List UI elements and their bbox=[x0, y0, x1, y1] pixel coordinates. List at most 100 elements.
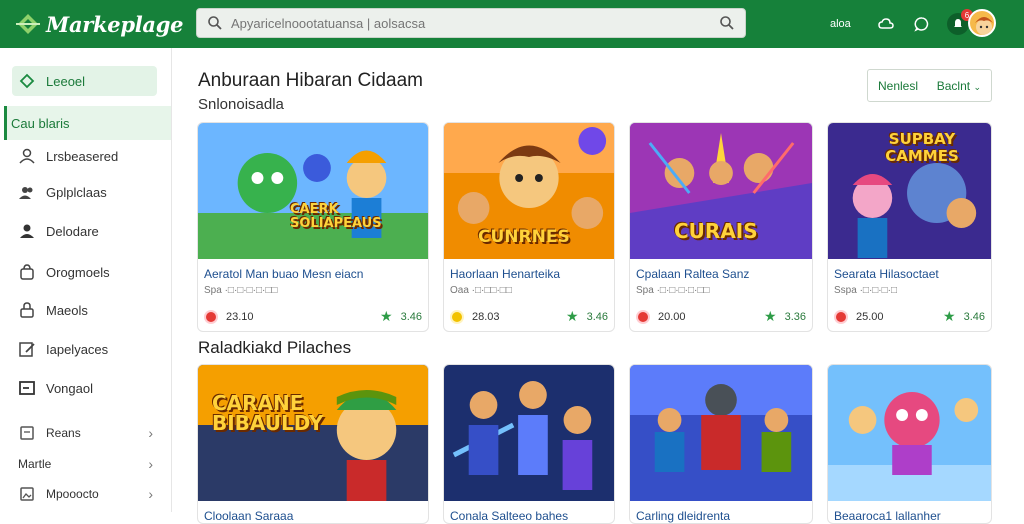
coin-icon bbox=[450, 309, 464, 324]
sidebar-item-label: Leeoel bbox=[46, 73, 86, 89]
sidebar-item-label: Maeols bbox=[46, 302, 88, 318]
card-meta: Spa ·□·□·□·□·□□ bbox=[636, 285, 710, 296]
sort-label: Nenlesl bbox=[878, 78, 919, 93]
user-outline-icon bbox=[19, 148, 35, 164]
coin-icon bbox=[834, 309, 848, 324]
price-tag: 28.03 bbox=[450, 309, 500, 324]
doc-icon bbox=[20, 426, 34, 440]
game-card[interactable]: CAERK SOLIAPEAUS Aeratol Man buao Mesn e… bbox=[197, 122, 429, 332]
card-meta: Spa ·□·□·□·□·□□ bbox=[204, 285, 278, 296]
thumbnail-art-title: CURAIS bbox=[674, 219, 758, 243]
thumbnail-art-title: CUNRNES bbox=[478, 227, 570, 247]
chat-icon[interactable] bbox=[904, 0, 940, 48]
game-thumbnail[interactable]: CARANE BIBAULDY bbox=[198, 365, 428, 501]
card-title[interactable]: Aeratol Man buao Mesn eiacn bbox=[198, 259, 428, 281]
sidebar-item-leeoel[interactable]: Leeoel bbox=[12, 66, 157, 96]
game-card[interactable]: Carling dleidrenta bbox=[629, 364, 813, 524]
lock-icon bbox=[20, 302, 34, 318]
star-icon: ★ bbox=[566, 308, 579, 324]
app-name: Markeplage bbox=[46, 11, 184, 37]
game-thumbnail[interactable] bbox=[828, 365, 991, 501]
search-input[interactable] bbox=[231, 15, 719, 31]
chevron-right-icon: › bbox=[148, 456, 153, 472]
sidebar-item-label: Vongaol bbox=[46, 380, 93, 396]
rating: ★ 3.36 bbox=[764, 308, 806, 324]
card-meta: Oaa ·□·□□·□□ bbox=[450, 285, 512, 296]
person-icon bbox=[20, 224, 34, 238]
game-card[interactable]: Conala Salteeo bahes bbox=[443, 364, 615, 524]
sidebar-item-lrsbeasered[interactable]: Lrsbeasered bbox=[12, 141, 157, 171]
rating: ★ 3.46 bbox=[566, 308, 608, 324]
bag-icon bbox=[20, 264, 34, 280]
game-thumbnail[interactable]: CURAIS bbox=[630, 123, 812, 259]
game-thumbnail[interactable] bbox=[444, 365, 614, 501]
sidebar-item-delodare[interactable]: Delodare bbox=[12, 216, 157, 246]
sidebar-item-label: Martle bbox=[18, 457, 52, 471]
thumbnail-art-title: SUPBAY CAMMES bbox=[885, 130, 959, 165]
card-title[interactable]: Cpalaan Raltea Sanz bbox=[630, 259, 812, 281]
card-title[interactable]: Cloolaan Saraaa bbox=[198, 501, 428, 523]
avatar[interactable] bbox=[968, 9, 996, 37]
card-title[interactable]: Searata Hilasoctaet bbox=[828, 259, 991, 281]
section-title: Raladkiakd Pilaches bbox=[198, 338, 352, 357]
card-meta: Sspa ·□·□·□·□ bbox=[834, 285, 898, 296]
bell-icon: 6 bbox=[947, 9, 973, 35]
game-card[interactable]: Beaaroca1 lallanher bbox=[827, 364, 992, 524]
tag-icon bbox=[19, 73, 35, 89]
card-title[interactable]: Beaaroca1 lallanher bbox=[828, 501, 991, 523]
sidebar-item-label: Reans bbox=[46, 426, 81, 440]
search-bar[interactable] bbox=[196, 8, 746, 38]
leaf-logo-icon bbox=[16, 14, 40, 34]
search-submit-icon[interactable] bbox=[719, 15, 735, 31]
section-title: Anburaan Hibaran Cidaam bbox=[198, 70, 423, 91]
sidebar-item-label: Mpooocto bbox=[46, 487, 99, 501]
sidebar-item-caublaris[interactable]: Cau blaris bbox=[4, 106, 171, 140]
sidebar-item-label: Delodare bbox=[46, 223, 99, 239]
sidebar-item-maeols[interactable]: Maeols bbox=[12, 295, 157, 325]
search-icon bbox=[208, 16, 222, 30]
game-card[interactable]: SUPBAY CAMMES Searata Hilasoctaet Sspa ·… bbox=[827, 122, 992, 332]
price-tag: 20.00 bbox=[636, 309, 686, 324]
sidebar-item-label: Gplplclaas bbox=[46, 184, 107, 200]
rating: ★ 3.46 bbox=[943, 308, 985, 324]
game-thumbnail[interactable]: SUPBAY CAMMES bbox=[828, 123, 991, 259]
card-title[interactable]: Haorlaan Henarteika bbox=[444, 259, 614, 281]
app-logo[interactable]: Markeplage bbox=[14, 10, 184, 38]
cloud-icon[interactable] bbox=[868, 0, 904, 48]
coin-icon bbox=[636, 309, 650, 324]
sidebar-item-label: Cau blaris bbox=[11, 115, 70, 131]
card-title[interactable]: Conala Salteeo bahes bbox=[444, 501, 614, 523]
game-thumbnail[interactable] bbox=[630, 365, 812, 501]
price-tag: 23.10 bbox=[204, 309, 254, 324]
game-card[interactable]: CURAIS Cpalaan Raltea Sanz Spa ·□·□·□·□·… bbox=[629, 122, 813, 332]
coin-icon bbox=[204, 309, 218, 324]
sidebar-item-orogmoels[interactable]: Orogmoels bbox=[12, 257, 157, 287]
sort-value: Baclnt ⌄ bbox=[936, 78, 981, 93]
star-icon: ★ bbox=[764, 308, 777, 324]
sidebar-item-martle[interactable]: Martle › bbox=[12, 449, 157, 479]
top-action-label[interactable]: aloa bbox=[830, 18, 868, 30]
sidebar-item-label: Iapelyaces bbox=[46, 341, 109, 357]
sidebar-item-gplplclaas[interactable]: Gplplclaas bbox=[12, 177, 157, 207]
sort-dropdown[interactable]: Nenlesl Baclnt ⌄ bbox=[867, 69, 992, 102]
sidebar-item-vongaol[interactable]: Vongaol bbox=[12, 373, 157, 403]
image-icon bbox=[20, 487, 34, 501]
sidebar-item-label: Orogmoels bbox=[46, 264, 110, 280]
game-thumbnail[interactable]: CUNRNES bbox=[444, 123, 614, 259]
sidebar-item-iapelyaces[interactable]: Iapelyaces bbox=[12, 334, 157, 364]
sidebar-item-mpooocto[interactable]: Mpooocto › bbox=[12, 479, 157, 509]
card-title[interactable]: Carling dleidrenta bbox=[630, 501, 812, 523]
thumbnail-art-title: CAERK SOLIAPEAUS bbox=[290, 202, 382, 231]
edit-icon bbox=[19, 342, 35, 357]
main-content: Anburaan Hibaran Cidaam Snlonoisadla Nen… bbox=[172, 48, 1024, 524]
game-card[interactable]: CUNRNES Haorlaan Henarteika Oaa ·□·□□·□□… bbox=[443, 122, 615, 332]
star-icon: ★ bbox=[380, 308, 393, 324]
top-actions: aloa 6 bbox=[830, 0, 976, 48]
chevron-right-icon: › bbox=[148, 425, 153, 441]
box-icon bbox=[19, 381, 35, 395]
sidebar-item-reans[interactable]: Reans › bbox=[12, 418, 157, 448]
top-bar: Markeplage aloa 6 bbox=[0, 0, 1024, 48]
game-thumbnail[interactable]: CAERK SOLIAPEAUS bbox=[198, 123, 428, 259]
game-card[interactable]: CARANE BIBAULDY Cloolaan Saraaa bbox=[197, 364, 429, 524]
chevron-right-icon: › bbox=[148, 486, 153, 502]
